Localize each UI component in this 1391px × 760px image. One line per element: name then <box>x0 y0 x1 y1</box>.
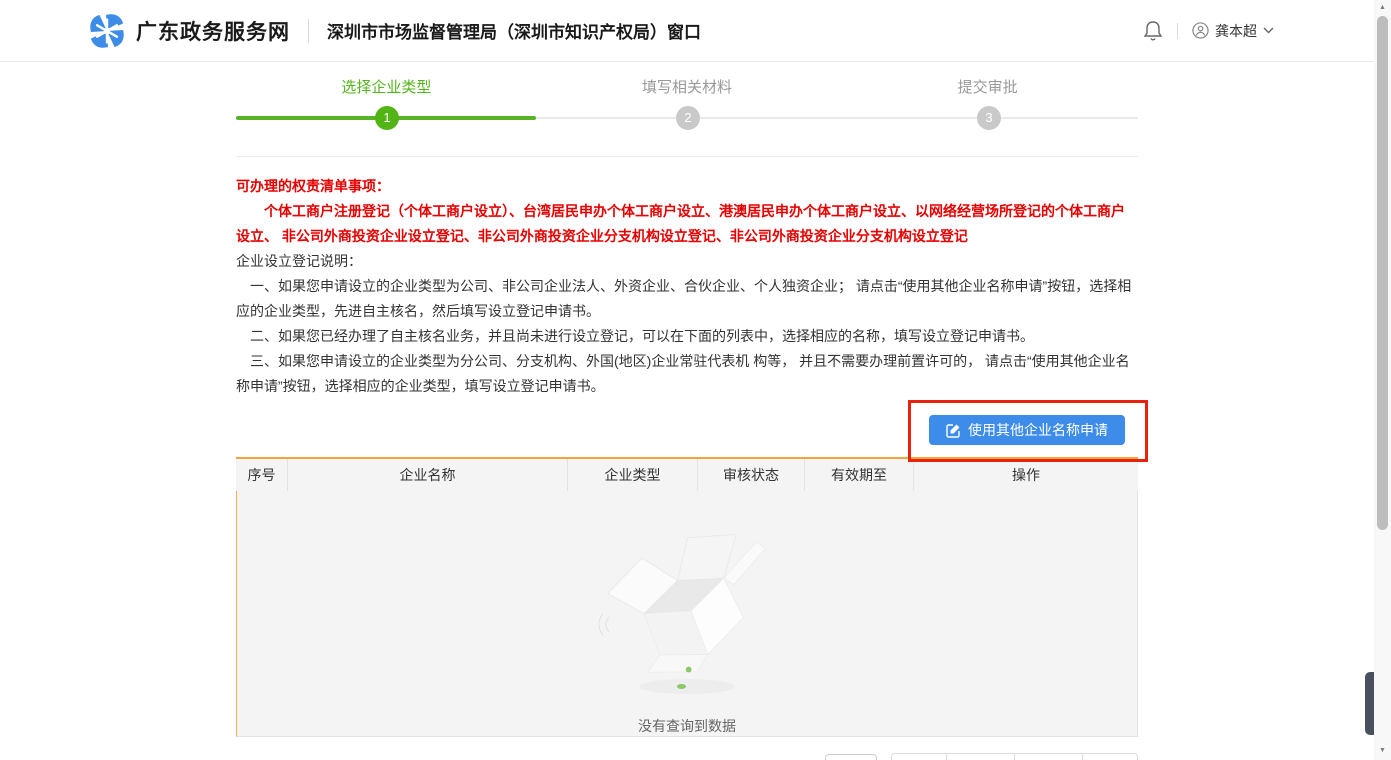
use-other-name-button-label: 使用其他企业名称申请 <box>968 420 1108 440</box>
scrollbar-up-arrow[interactable]: ▲ <box>1374 0 1391 15</box>
step-3-label: 提交审批 <box>837 78 1138 98</box>
step-wizard: 选择企业类型 填写相关材料 提交审批 1 2 3 <box>236 62 1138 157</box>
header-left: 广东政务服务网 深圳市市场监督管理局（深圳市知识产权局）窗口 <box>88 12 701 50</box>
next-page-button[interactable]: 下一页 <box>1015 754 1083 760</box>
scrollbar-thumb[interactable] <box>1377 16 1388 530</box>
step-2-label: 填写相关材料 <box>537 78 838 98</box>
notice-item-2: 二、如果您已经办理了自主核名业务，并且尚未进行设立登记，可以在下面的列表中，选择… <box>236 324 1138 349</box>
step-track: 1 2 3 <box>236 106 1138 130</box>
table-empty-state: 没有查询到数据 <box>236 491 1138 737</box>
side-panel-handle[interactable] <box>1365 672 1374 735</box>
site-brand[interactable]: 广东政务服务网 <box>136 16 290 46</box>
user-avatar-icon <box>1192 22 1209 39</box>
header-right-divider <box>1177 23 1178 39</box>
header-divider <box>308 19 309 43</box>
action-row: 使用其他企业名称申请 <box>236 415 1138 445</box>
user-name: 龚本超 <box>1215 21 1257 41</box>
step-3-circle: 3 <box>977 106 1001 130</box>
col-header-actions: 操作 <box>914 459 1138 491</box>
col-header-review-status: 审核状态 <box>698 459 805 491</box>
empty-box-shadow <box>639 679 735 694</box>
step-2-circle: 2 <box>676 106 700 130</box>
table-footer: 记录数为0 10 ▼ 首页 上一页 下一页 尾页 <box>236 753 1138 760</box>
table-header-row: 序号 企业名称 企业类型 审核状态 有效期至 操作 <box>236 459 1138 491</box>
prev-page-button[interactable]: 上一页 <box>947 754 1015 760</box>
edit-icon <box>946 423 961 438</box>
page-size-select[interactable]: 10 ▼ <box>825 754 877 760</box>
use-other-name-button[interactable]: 使用其他企业名称申请 <box>929 415 1125 445</box>
gdzwfw-logo-icon[interactable] <box>88 12 126 50</box>
vertical-scrollbar[interactable]: ▲ ▼ <box>1374 0 1391 760</box>
last-page-button[interactable]: 尾页 <box>1083 754 1137 760</box>
top-header: 广东政务服务网 深圳市市场监督管理局（深圳市知识产权局）窗口 龚本超 <box>0 0 1374 62</box>
main-content: 选择企业类型 填写相关材料 提交审批 1 2 3 可办理的权责清单事项： 个体工… <box>236 62 1138 760</box>
col-header-company-name: 企业名称 <box>288 459 568 491</box>
notice-item-3: 三、如果您申请设立的企业类型为分公司、分支机构、外国(地区)企业常驻代表机 构等… <box>236 349 1138 399</box>
step-1-label: 选择企业类型 <box>236 78 537 98</box>
empty-text: 没有查询到数据 <box>638 716 736 736</box>
col-header-index: 序号 <box>236 459 288 491</box>
header-right: 龚本超 <box>1143 20 1274 42</box>
scrollbar-down-arrow[interactable]: ▼ <box>1374 743 1391 758</box>
step-1-circle: 1 <box>375 106 399 130</box>
results-table: 序号 企业名称 企业类型 审核状态 有效期至 操作 <box>236 457 1138 737</box>
chevron-down-icon <box>1263 27 1274 34</box>
green-dot <box>677 684 686 689</box>
page-button-group: 首页 上一页 下一页 尾页 <box>891 753 1138 760</box>
section-divider <box>236 156 1138 157</box>
page: 广东政务服务网 深圳市市场监督管理局（深圳市知识产权局）窗口 龚本超 <box>0 0 1374 760</box>
first-page-button[interactable]: 首页 <box>892 754 947 760</box>
user-menu[interactable]: 龚本超 <box>1192 21 1274 41</box>
notice-red-body: 个体工商户注册登记（个体工商户设立）、台湾居民申办个体工商户设立、港澳居民申办个… <box>236 199 1138 249</box>
notice-item-1: 一、如果您申请设立的企业类型为公司、非公司企业法人、外资企业、合伙企业、个人独资… <box>236 274 1138 324</box>
notice-desc-title: 企业设立登记说明： <box>236 249 1138 274</box>
col-header-valid-until: 有效期至 <box>805 459 914 491</box>
pagination: 10 ▼ 首页 上一页 下一页 尾页 <box>825 753 1138 760</box>
window-title: 深圳市市场监督管理局（深圳市知识产权局）窗口 <box>327 18 701 43</box>
notice-block: 可办理的权责清单事项： 个体工商户注册登记（个体工商户设立）、台湾居民申办个体工… <box>236 174 1138 399</box>
notification-bell-icon[interactable] <box>1143 20 1163 42</box>
col-header-company-type: 企业类型 <box>568 459 698 491</box>
empty-box-icon <box>577 519 797 677</box>
notice-red-title: 可办理的权责清单事项： <box>236 174 1138 199</box>
